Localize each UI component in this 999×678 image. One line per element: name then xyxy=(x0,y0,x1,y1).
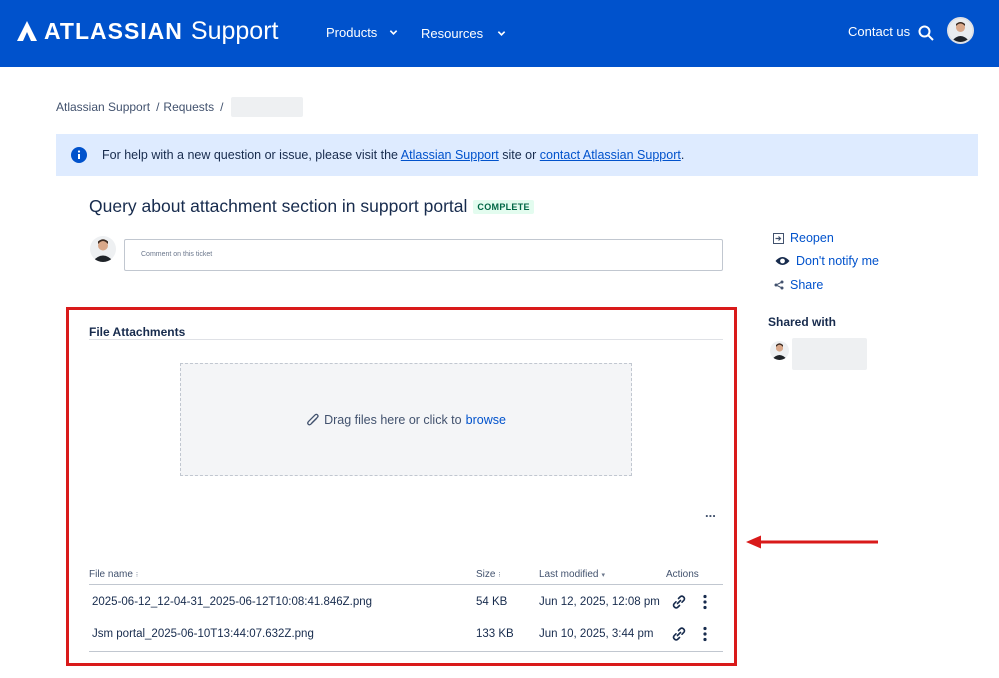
file-modified: Jun 12, 2025, 12:08 pm xyxy=(539,596,660,608)
row-actions-menu-icon[interactable] xyxy=(702,594,708,610)
person-avatar-icon xyxy=(90,236,116,262)
divider xyxy=(89,584,723,585)
file-name-link[interactable]: 2025-06-12_12-04-31_2025-06-12T10:08:41.… xyxy=(92,596,372,608)
banner-text-middle: site or xyxy=(498,148,540,162)
reopen-button[interactable]: Reopen xyxy=(773,231,834,245)
info-banner: For help with a new question or issue, p… xyxy=(56,134,978,176)
banner-text-end: . xyxy=(680,148,685,162)
file-name-link[interactable]: Jsm portal_2025-06-10T13:44:07.632Z.png xyxy=(92,628,314,640)
paperclip-icon xyxy=(307,413,319,425)
breadcrumb-redacted-ticket-key xyxy=(231,97,304,117)
column-header-label: File name xyxy=(89,569,133,580)
shared-user-name-redacted xyxy=(792,338,867,370)
eye-icon xyxy=(775,257,790,265)
nav-resources[interactable]: Resources xyxy=(421,26,506,41)
user-avatar[interactable] xyxy=(947,17,974,44)
divider xyxy=(89,339,723,340)
contact-us-link[interactable]: Contact us xyxy=(848,24,910,39)
column-header-last-modified[interactable]: Last modified ▾ xyxy=(539,569,605,580)
column-header-label: Last modified xyxy=(539,569,599,580)
ticket-title: Query about attachment section in suppor… xyxy=(89,196,468,216)
atlassian-support-link[interactable]: Atlassian Support xyxy=(401,148,499,162)
ticket-title-row: Query about attachment section in suppor… xyxy=(89,196,534,217)
nav-products-label: Products xyxy=(326,25,378,40)
shared-with-heading: Shared with xyxy=(768,315,837,329)
banner-text: For help with a new question or issue, p… xyxy=(102,148,684,162)
attachments-highlight-frame xyxy=(66,307,737,666)
copy-link-icon[interactable] xyxy=(671,594,687,610)
breadcrumb-separator: / xyxy=(220,100,224,114)
sort-icon: ⁝ xyxy=(135,571,139,579)
breadcrumb-atlassian-support[interactable]: Atlassian Support xyxy=(56,100,150,114)
brand-name: ATLASSIAN xyxy=(44,17,183,44)
dropzone-text: Drag files here or click to xyxy=(324,412,462,427)
nav-products[interactable]: Products xyxy=(326,25,398,40)
shared-user-avatar xyxy=(770,341,789,360)
dont-notify-label: Don't notify me xyxy=(796,254,879,268)
file-attachments-heading: File Attachments xyxy=(89,325,186,339)
more-options-button[interactable]: ... xyxy=(705,505,716,520)
column-header-label: Size xyxy=(476,569,496,580)
contact-atlassian-support-link[interactable]: contact Atlassian Support xyxy=(540,148,681,162)
annotation-arrow-icon xyxy=(746,535,878,549)
nav-resources-label: Resources xyxy=(421,26,484,41)
search-icon[interactable] xyxy=(917,24,935,42)
reopen-icon xyxy=(773,232,784,244)
breadcrumb: Atlassian Support / Requests / xyxy=(56,97,304,117)
reopen-label: Reopen xyxy=(790,231,834,245)
person-avatar-icon xyxy=(770,341,789,360)
file-size: 54 KB xyxy=(476,596,508,608)
file-size: 133 KB xyxy=(476,628,514,640)
status-badge: COMPLETE xyxy=(473,199,534,214)
atlassian-support-logo[interactable]: ATLASSIAN Support xyxy=(16,16,278,46)
top-header: ATLASSIAN Support Products Resources Con… xyxy=(0,0,999,67)
column-header-actions: Actions xyxy=(666,569,699,580)
copy-link-icon[interactable] xyxy=(671,626,687,642)
banner-text-start: For help with a new question or issue, p… xyxy=(102,148,401,162)
browse-link[interactable]: browse xyxy=(466,413,506,427)
column-header-label: Actions xyxy=(666,569,699,580)
divider xyxy=(89,651,723,652)
breadcrumb-separator: / xyxy=(156,100,160,114)
chevron-down-icon xyxy=(497,31,506,36)
file-dropzone[interactable]: Drag files here or click to browse xyxy=(180,363,632,476)
share-label: Share xyxy=(790,278,824,292)
info-icon xyxy=(71,147,87,163)
atlassian-logo-icon xyxy=(17,21,37,41)
comment-input[interactable]: Comment on this ticket xyxy=(124,239,723,271)
column-header-size[interactable]: Size ⁝ xyxy=(476,569,501,580)
dont-notify-button[interactable]: Don't notify me xyxy=(775,254,879,268)
share-icon xyxy=(774,280,784,290)
sort-descending-icon: ▾ xyxy=(601,571,605,579)
share-button[interactable]: Share xyxy=(774,278,823,292)
row-actions-menu-icon[interactable] xyxy=(702,626,708,642)
product-name: Support xyxy=(190,16,279,45)
column-header-file-name[interactable]: File name ⁝ xyxy=(89,569,138,580)
file-modified: Jun 10, 2025, 3:44 pm xyxy=(539,628,654,640)
breadcrumb-requests[interactable]: Requests xyxy=(163,100,214,114)
person-avatar-icon xyxy=(949,19,972,42)
sort-icon: ⁝ xyxy=(498,571,501,579)
chevron-down-icon xyxy=(390,30,398,35)
commenter-avatar xyxy=(90,236,116,262)
